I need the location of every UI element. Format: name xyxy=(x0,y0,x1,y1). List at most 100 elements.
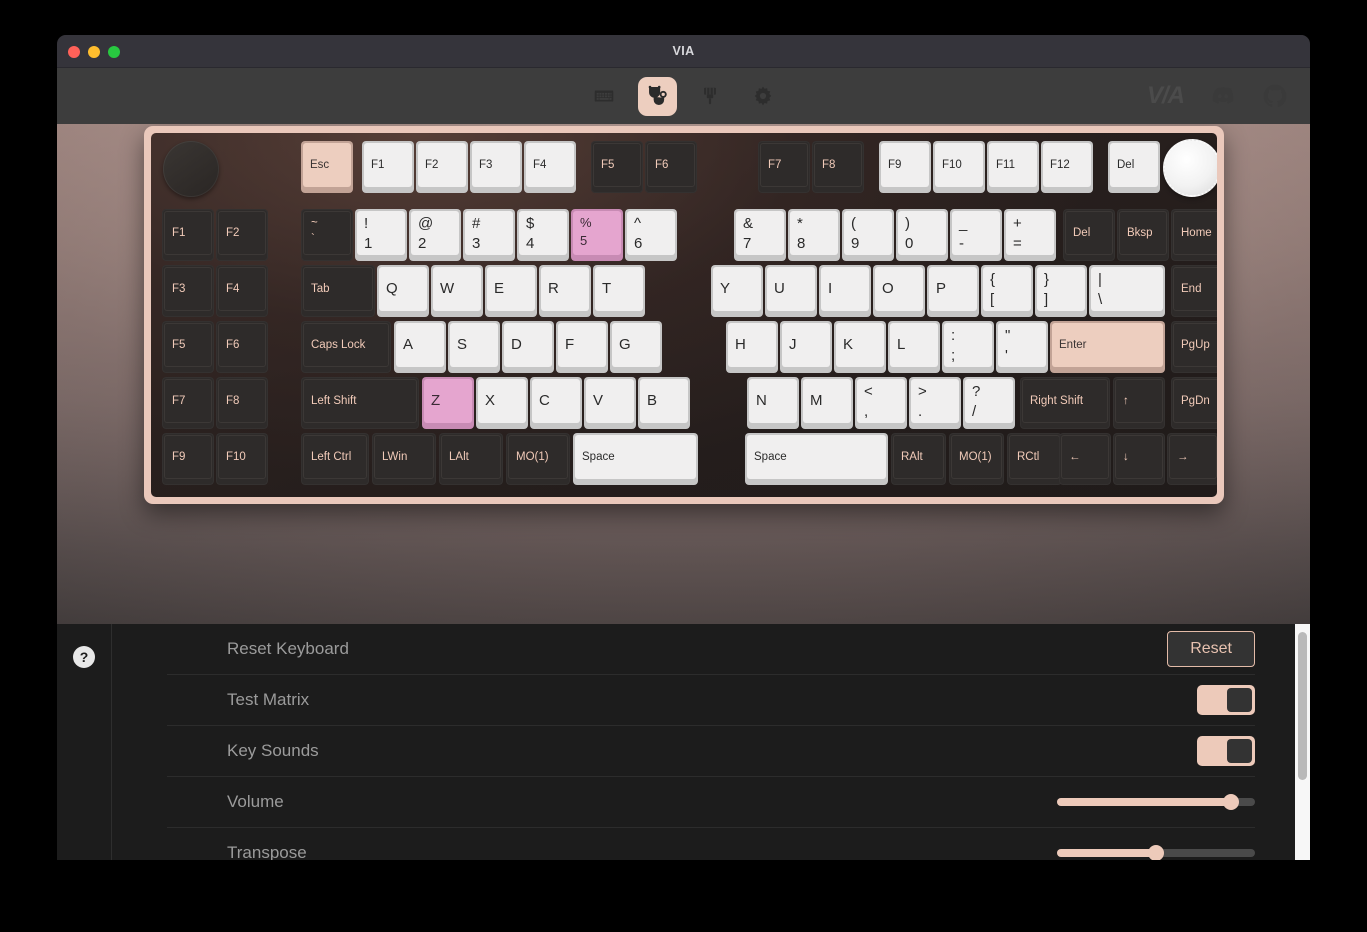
key-k0[interactable]: ) 0 xyxy=(896,209,948,261)
toggle-switch[interactable] xyxy=(1197,685,1255,715)
slider[interactable] xyxy=(1057,845,1255,860)
key-f5t[interactable]: F5 xyxy=(591,141,643,193)
github-icon[interactable] xyxy=(1262,83,1288,109)
key-keq[interactable]: + = xyxy=(1004,209,1056,261)
key-k7[interactable]: & 7 xyxy=(734,209,786,261)
key-kh[interactable]: H xyxy=(726,321,778,373)
tab-lighting[interactable] xyxy=(691,77,730,116)
key-tilde[interactable]: ~ ` xyxy=(301,209,353,261)
key-rctl[interactable]: RCtl xyxy=(1007,433,1062,485)
key-down[interactable]: ↓ xyxy=(1113,433,1165,485)
key-lshift[interactable]: Left Shift xyxy=(301,377,419,429)
key-kr[interactable]: R xyxy=(539,265,591,317)
tab-settings[interactable] xyxy=(744,77,783,116)
key-m-f1[interactable]: F1 xyxy=(162,209,214,261)
key-kmin[interactable]: _ - xyxy=(950,209,1002,261)
key-kl[interactable]: L xyxy=(888,321,940,373)
key-f3t[interactable]: F3 xyxy=(470,141,522,193)
key-delt[interactable]: Del xyxy=(1108,141,1160,193)
key-lwin[interactable]: LWin xyxy=(372,433,436,485)
key-f1t[interactable]: F1 xyxy=(362,141,414,193)
key-m-f3[interactable]: F3 xyxy=(162,265,214,317)
toggle-switch[interactable] xyxy=(1197,736,1255,766)
key-kp[interactable]: P xyxy=(927,265,979,317)
key-ralt[interactable]: RAlt xyxy=(891,433,946,485)
key-del2[interactable]: Del xyxy=(1063,209,1115,261)
key-m-f8[interactable]: F8 xyxy=(216,377,268,429)
key-spaceL[interactable]: Space xyxy=(573,433,698,485)
key-home[interactable]: Home xyxy=(1171,209,1217,261)
key-kcom[interactable]: <, xyxy=(855,377,907,429)
key-end[interactable]: End xyxy=(1171,265,1217,317)
key-lctrl[interactable]: Left Ctrl xyxy=(301,433,369,485)
key-k4[interactable]: $4 xyxy=(517,209,569,261)
key-kc[interactable]: C xyxy=(530,377,582,429)
key-kg[interactable]: G xyxy=(610,321,662,373)
key-ku[interactable]: U xyxy=(765,265,817,317)
key-rshift[interactable]: Right Shift xyxy=(1020,377,1110,429)
key-m-f4[interactable]: F4 xyxy=(216,265,268,317)
key-kj[interactable]: J xyxy=(780,321,832,373)
slider-thumb[interactable] xyxy=(1148,845,1164,860)
key-k5[interactable]: % 5 xyxy=(571,209,623,261)
key-kq[interactable]: Q xyxy=(377,265,429,317)
key-m-f9[interactable]: F9 xyxy=(162,433,214,485)
key-pgdn[interactable]: PgDn xyxy=(1171,377,1217,429)
key-m-f2[interactable]: F2 xyxy=(216,209,268,261)
key-ksemi[interactable]: :; xyxy=(942,321,994,373)
key-up[interactable]: ↑ xyxy=(1113,377,1165,429)
key-f2t[interactable]: F2 xyxy=(416,141,468,193)
key-ko[interactable]: O xyxy=(873,265,925,317)
key-right[interactable]: → xyxy=(1167,433,1217,485)
key-m-f5[interactable]: F5 xyxy=(162,321,214,373)
tab-key-tester[interactable] xyxy=(637,76,677,116)
key-left[interactable]: ← xyxy=(1059,433,1111,485)
discord-icon[interactable] xyxy=(1210,83,1236,109)
key-kd[interactable]: D xyxy=(502,321,554,373)
key-f4t[interactable]: F4 xyxy=(524,141,576,193)
left-encoder[interactable] xyxy=(163,141,219,197)
key-kf[interactable]: F xyxy=(556,321,608,373)
key-caps[interactable]: Caps Lock xyxy=(301,321,391,373)
key-ky[interactable]: Y xyxy=(711,265,763,317)
key-k1[interactable]: ! 1 xyxy=(355,209,407,261)
key-m-f7[interactable]: F7 xyxy=(162,377,214,429)
key-km[interactable]: M xyxy=(801,377,853,429)
key-k2[interactable]: @2 xyxy=(409,209,461,261)
key-m-f10[interactable]: F10 xyxy=(216,433,268,485)
key-lalt[interactable]: LAlt xyxy=(439,433,503,485)
help-icon[interactable]: ? xyxy=(73,646,95,668)
key-kdot[interactable]: >. xyxy=(909,377,961,429)
key-ka[interactable]: A xyxy=(394,321,446,373)
slider[interactable] xyxy=(1057,794,1255,810)
slider-thumb[interactable] xyxy=(1223,794,1240,810)
key-kquot[interactable]: " ' xyxy=(996,321,1048,373)
settings-scrollbar-thumb[interactable] xyxy=(1298,632,1307,780)
key-ki[interactable]: I xyxy=(819,265,871,317)
key-f8t[interactable]: F8 xyxy=(812,141,864,193)
key-f7t[interactable]: F7 xyxy=(758,141,810,193)
key-kw[interactable]: W xyxy=(431,265,483,317)
key-kk[interactable]: K xyxy=(834,321,886,373)
key-kslh[interactable]: ? / xyxy=(963,377,1015,429)
key-krb[interactable]: }] xyxy=(1035,265,1087,317)
key-bksp[interactable]: Bksp xyxy=(1117,209,1169,261)
key-m-f6[interactable]: F6 xyxy=(216,321,268,373)
key-k8[interactable]: * 8 xyxy=(788,209,840,261)
key-k3[interactable]: #3 xyxy=(463,209,515,261)
key-kt[interactable]: T xyxy=(593,265,645,317)
key-f11t[interactable]: F11 xyxy=(987,141,1039,193)
key-ks[interactable]: S xyxy=(448,321,500,373)
key-kv[interactable]: V xyxy=(584,377,636,429)
key-pgup[interactable]: PgUp xyxy=(1171,321,1217,373)
key-spaceR[interactable]: Space xyxy=(745,433,888,485)
right-encoder[interactable] xyxy=(1163,139,1217,197)
key-kz[interactable]: Z xyxy=(422,377,474,429)
key-k9[interactable]: (9 xyxy=(842,209,894,261)
settings-scrollbar-track[interactable] xyxy=(1295,624,1310,860)
tab-keymap[interactable] xyxy=(585,77,624,116)
key-enter[interactable]: Enter xyxy=(1050,321,1165,373)
key-k6[interactable]: ^ 6 xyxy=(625,209,677,261)
key-f12t[interactable]: F12 xyxy=(1041,141,1093,193)
key-kn[interactable]: N xyxy=(747,377,799,429)
